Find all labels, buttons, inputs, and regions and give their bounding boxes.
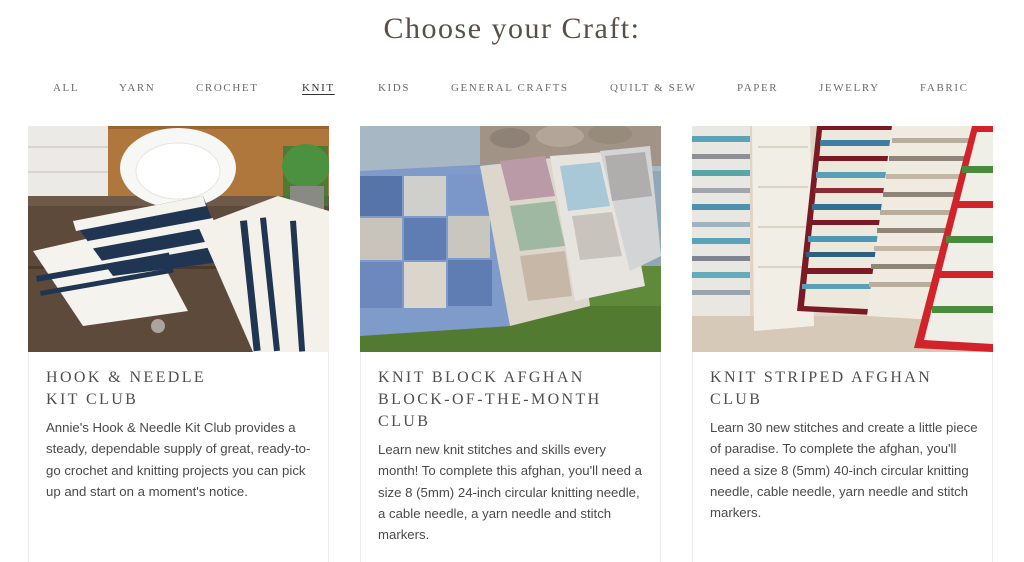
filter-jewelry[interactable]: JEWELRY <box>819 82 880 94</box>
filter-knit[interactable]: KNIT <box>302 82 335 94</box>
product-title-line: CLUB <box>710 391 763 408</box>
product-title-line: CLUB <box>378 413 431 430</box>
product-description: Learn new knit stitches and skills every… <box>378 442 642 543</box>
product-description: Annie's Hook & Needle Kit Club provides … <box>46 420 311 499</box>
filter-fabric[interactable]: FABRIC <box>920 82 969 94</box>
filter-kids[interactable]: KIDS <box>378 82 410 94</box>
product-title[interactable]: KNIT BLOCK AFGHAN BLOCK-OF-THE-MONTH CLU… <box>378 367 648 433</box>
product-description: Learn 30 new stitches and create a littl… <box>710 420 978 521</box>
product-title-line: KNIT BLOCK AFGHAN <box>378 369 585 386</box>
product-title-line: HOOK & NEEDLE <box>46 369 207 386</box>
filter-quilt-sew[interactable]: QUILT & SEW <box>610 82 697 94</box>
product-title-line: KIT CLUB <box>46 391 139 408</box>
product-title-line: KNIT STRIPED AFGHAN <box>710 369 933 386</box>
filter-yarn[interactable]: YARN <box>119 82 155 94</box>
product-card-hook-needle[interactable]: HOOK & NEEDLE KIT CLUB Annie's Hook & Ne… <box>28 126 329 562</box>
craft-filter-nav: ALL YARN CROCHET KNIT KIDS GENERAL CRAFT… <box>0 82 1024 100</box>
filter-general-crafts[interactable]: GENERAL CRAFTS <box>451 82 569 94</box>
product-image-knit-block-afghan[interactable] <box>360 126 661 352</box>
filter-crochet[interactable]: CROCHET <box>196 82 259 94</box>
product-image-hook-needle[interactable] <box>28 126 329 352</box>
filter-all[interactable]: ALL <box>53 82 79 94</box>
product-image-knit-striped-afghan[interactable] <box>692 126 993 352</box>
filter-paper[interactable]: PAPER <box>737 82 778 94</box>
product-title[interactable]: KNIT STRIPED AFGHAN CLUB <box>710 367 980 411</box>
page-title: Choose your Craft: <box>383 12 641 45</box>
product-title[interactable]: HOOK & NEEDLE KIT CLUB <box>46 367 316 411</box>
product-card-knit-striped-afghan[interactable]: KNIT STRIPED AFGHAN CLUB Learn 30 new st… <box>692 126 993 562</box>
product-title-line: BLOCK-OF-THE-MONTH <box>378 391 602 408</box>
product-card-knit-block-afghan[interactable]: KNIT BLOCK AFGHAN BLOCK-OF-THE-MONTH CLU… <box>360 126 661 562</box>
